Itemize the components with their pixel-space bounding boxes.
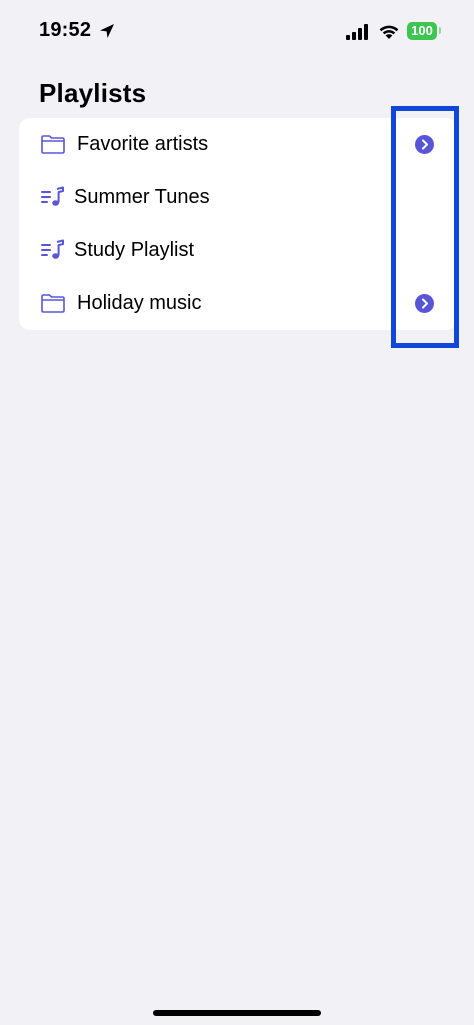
battery-level: 100 bbox=[411, 23, 433, 38]
wifi-icon bbox=[379, 25, 399, 39]
list-item-holiday-music[interactable]: Holiday music bbox=[19, 277, 457, 330]
list-item-study-playlist[interactable]: Study Playlist bbox=[19, 224, 457, 277]
playlists-list: Favorite artists Summer Tunes Study Play… bbox=[19, 118, 457, 330]
list-item-label: Study Playlist bbox=[74, 239, 195, 261]
status-bar: 19:52 100 bbox=[0, 0, 474, 62]
home-indicator[interactable] bbox=[153, 1010, 321, 1016]
location-arrow-icon bbox=[100, 24, 114, 38]
page-title: Playlists bbox=[39, 78, 147, 108]
list-item-summer-tunes[interactable]: Summer Tunes bbox=[19, 171, 457, 224]
disclosure-chevron-icon[interactable] bbox=[415, 294, 434, 313]
music-list-icon bbox=[41, 239, 64, 259]
music-list-icon bbox=[41, 186, 64, 206]
status-time: 19:52 bbox=[39, 19, 92, 41]
list-item-favorite-artists[interactable]: Favorite artists bbox=[19, 118, 457, 171]
list-item-label: Favorite artists bbox=[77, 133, 209, 155]
list-item-label: Holiday music bbox=[77, 292, 202, 314]
battery-nub bbox=[439, 27, 441, 34]
battery-icon: 100 bbox=[407, 22, 437, 40]
disclosure-chevron-icon[interactable] bbox=[415, 135, 434, 154]
cellular-signal-icon bbox=[346, 24, 368, 40]
folder-icon bbox=[41, 294, 65, 313]
list-item-label: Summer Tunes bbox=[74, 186, 210, 208]
folder-icon bbox=[41, 135, 65, 154]
